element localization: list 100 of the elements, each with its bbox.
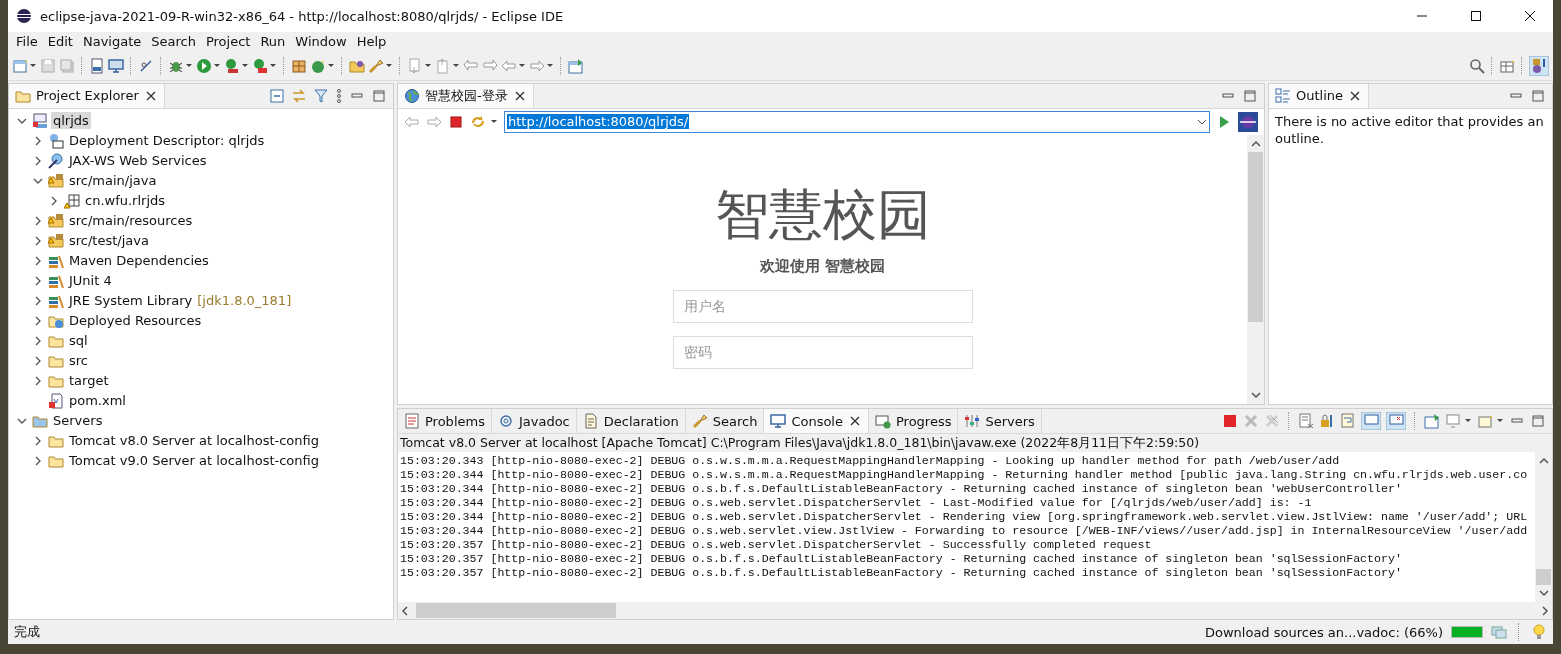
tree-item[interactable]: target <box>67 372 111 390</box>
console-line: 15:03:20.344 [http-nio-8080-exec-2] DEBUG o.s.w.s.m.m.a.RequestMappingHandlerMapping - Returning handler method [public java.lang.String cn.wfu.rlrjds.web.user.co <box>400 468 1529 483</box>
stop-icon[interactable] <box>448 113 464 130</box>
eclipse-planet-icon[interactable] <box>1238 111 1258 132</box>
status-message: 完成 <box>14 623 40 642</box>
run-server-icon[interactable] <box>224 57 240 74</box>
menu-item[interactable]: File <box>12 34 42 50</box>
declaration-icon <box>582 413 599 430</box>
tree-item[interactable]: JRE System Library <box>67 292 195 310</box>
package-icon <box>64 192 80 209</box>
menu-item[interactable]: Search <box>147 34 200 50</box>
console-line: 15:03:20.344 [http-nio-8080-exec-2] DEBUG o.s.web.servlet.view.JstlView - Forwarding to resource [/WEB-INF/views//user/add.jsp] in InternalResourceView '/user/add <box>400 524 1529 539</box>
tree-item[interactable]: Servers <box>51 412 105 430</box>
link-icon[interactable] <box>138 57 154 74</box>
monitor-icon <box>770 413 787 430</box>
scroll-down-icon[interactable] <box>1250 392 1261 400</box>
tree-item[interactable]: pom.xml <box>67 392 128 410</box>
lightbulb-icon[interactable] <box>1531 624 1547 641</box>
xml-file-icon <box>48 392 64 409</box>
menu-item[interactable]: Edit <box>43 34 77 50</box>
scroll-down-icon[interactable] <box>1538 590 1549 598</box>
package-box-icon[interactable] <box>291 57 307 74</box>
background-task[interactable]: Download sources an...vadoc: (66%) <box>1205 624 1443 640</box>
url-field[interactable]: http://localhost:8080/qlrjds/ <box>504 110 1210 133</box>
scrollbar-thumb[interactable] <box>416 603 616 619</box>
tree-item[interactable]: sql <box>67 332 90 350</box>
scroll-up-icon[interactable] <box>1538 457 1549 465</box>
maximize-icon <box>1470 10 1482 22</box>
menu-item[interactable]: Help <box>352 34 391 50</box>
show-stdout-icon[interactable] <box>1361 412 1381 431</box>
scroll-up-icon[interactable] <box>1250 139 1261 147</box>
console-header: Tomcat v8.0 Server at localhost [Apache Tomcat] C:\Program Files\Java\jdk1.8.0_181\bin\javaw.exe (2022年8月11日下午2:59:50) <box>398 434 1552 453</box>
page-heading: 智慧校园 <box>714 181 931 248</box>
progress-bar <box>1451 626 1483 639</box>
console-line: 15:03:20.343 [http-nio-8080-exec-2] DEBUG o.s.w.s.m.m.a.RequestMappingHandlerMapping - Looking up handler method for path /web/user/add <box>400 454 1341 469</box>
scroll-lock-icon[interactable] <box>1319 413 1335 430</box>
scrollbar-thumb[interactable] <box>1248 151 1263 322</box>
maximize-icon[interactable] <box>1530 87 1546 104</box>
pin-console-icon[interactable] <box>1424 413 1440 430</box>
console-line: 15:03:20.357 [http-nio-8080-exec-2] DEBUG o.s.b.f.s.DefaultListableBeanFactory - Returning cached instance of singleton bean 'sqlSessionFactory' <box>400 566 1403 581</box>
tree-item[interactable]: JUnit 4 <box>67 272 114 290</box>
progress-icon <box>875 413 891 430</box>
tree-item[interactable]: JAX-WS Web Services <box>67 152 209 170</box>
menu-item[interactable]: Project <box>201 34 255 50</box>
tree-item[interactable]: src <box>67 352 90 370</box>
clear-console-icon[interactable] <box>1298 413 1314 430</box>
tree-item[interactable]: Maven Dependencies <box>67 252 211 270</box>
tree-item[interactable]: cn.wfu.rlrjds <box>83 192 168 210</box>
link-editor-icon[interactable] <box>291 87 307 104</box>
view-tab[interactable]: Console <box>764 409 869 434</box>
project-icon <box>32 112 48 129</box>
monitor-icon[interactable] <box>108 57 124 74</box>
view-tab[interactable]: Javadoc <box>491 409 577 434</box>
collapse-all-icon[interactable] <box>269 87 285 104</box>
pin-editor-icon[interactable] <box>568 57 584 74</box>
maximize-icon[interactable] <box>1242 87 1258 104</box>
flashlight-icon <box>691 413 708 430</box>
word-wrap-icon[interactable] <box>1340 413 1356 430</box>
menu-item[interactable]: Window <box>291 34 351 50</box>
maximize-icon[interactable] <box>371 87 387 104</box>
filter-icon[interactable] <box>313 87 329 104</box>
menu-item[interactable]: Run <box>256 34 290 50</box>
text-field[interactable]: 密码 <box>672 335 973 369</box>
view-tab[interactable]: Servers <box>958 409 1042 434</box>
console-line: 15:03:20.344 [http-nio-8080-exec-2] DEBUG o.s.web.servlet.DispatcherServlet - Last-Modified value for [/qlrjds/web/user/add] is: -1 <box>400 496 1313 511</box>
horizontal-scrollbar[interactable] <box>398 602 1552 620</box>
view-tab[interactable]: Progress <box>869 409 959 434</box>
show-stderr-icon[interactable] <box>1386 412 1406 431</box>
window-title: eclipse-java-2021-09-R-win32-x86_64 - http://localhost:8080/qlrjds/ - Eclipse IDE <box>40 8 565 24</box>
editor-tab[interactable]: 智慧校园-登录 <box>398 83 534 108</box>
scrollbar-thumb[interactable] <box>1536 569 1551 586</box>
outline-message: There is no active editor that provides an outline. <box>1274 112 1545 148</box>
vertical-scrollbar[interactable] <box>1247 134 1264 405</box>
console-line: 15:03:20.357 [http-nio-8080-exec-2] DEBUG o.s.b.f.s.DefaultListableBeanFactory - Returning cached instance of singleton bean 'sqlSessionFactory' <box>400 552 1403 567</box>
source-folder-icon <box>48 172 64 189</box>
menu-item[interactable]: Navigate <box>78 34 146 50</box>
tree-item[interactable]: Tomcat v8.0 Server at localhost-config <box>67 432 321 450</box>
text-field[interactable]: 用户名 <box>672 289 973 323</box>
tree-item[interactable]: Deployment Descriptor: qlrjds <box>67 132 267 150</box>
tree-item[interactable]: Deployed Resources <box>67 312 204 330</box>
tree-item-decoration: [jdk1.8.0_181] <box>197 293 292 309</box>
view-tab[interactable]: Declaration <box>576 409 686 434</box>
tree-item[interactable]: src/main/resources <box>67 212 195 230</box>
maximize-icon[interactable] <box>1530 413 1546 430</box>
view-menu-icon[interactable] <box>335 87 343 104</box>
terminate-icon[interactable] <box>1222 413 1238 430</box>
tree-item[interactable]: Tomcat v9.0 Server at localhost-config <box>67 452 321 470</box>
explorer-tab[interactable]: Project Explorer <box>9 83 165 108</box>
outline-tab[interactable]: Outline <box>1269 83 1370 108</box>
view-tab[interactable]: Problems <box>398 409 492 434</box>
search-icon[interactable] <box>1469 57 1485 74</box>
console-line: 15:03:20.344 [http-nio-8080-exec-2] DEBUG o.s.web.servlet.DispatcherServlet - Rendering view [org.springframework.web.servlet.view.JstlView: name '/user/add'; URL <box>400 510 1529 525</box>
run-external-icon[interactable] <box>252 57 268 74</box>
outline-icon <box>1275 87 1291 104</box>
tree-item[interactable]: src/test/java <box>67 232 151 250</box>
binary-file-icon[interactable] <box>89 57 105 74</box>
tree-item[interactable]: qlrjds <box>51 112 91 130</box>
run-icon[interactable] <box>196 57 212 74</box>
descriptor-icon <box>48 132 64 149</box>
tree-item[interactable]: src/main/java <box>67 172 159 190</box>
